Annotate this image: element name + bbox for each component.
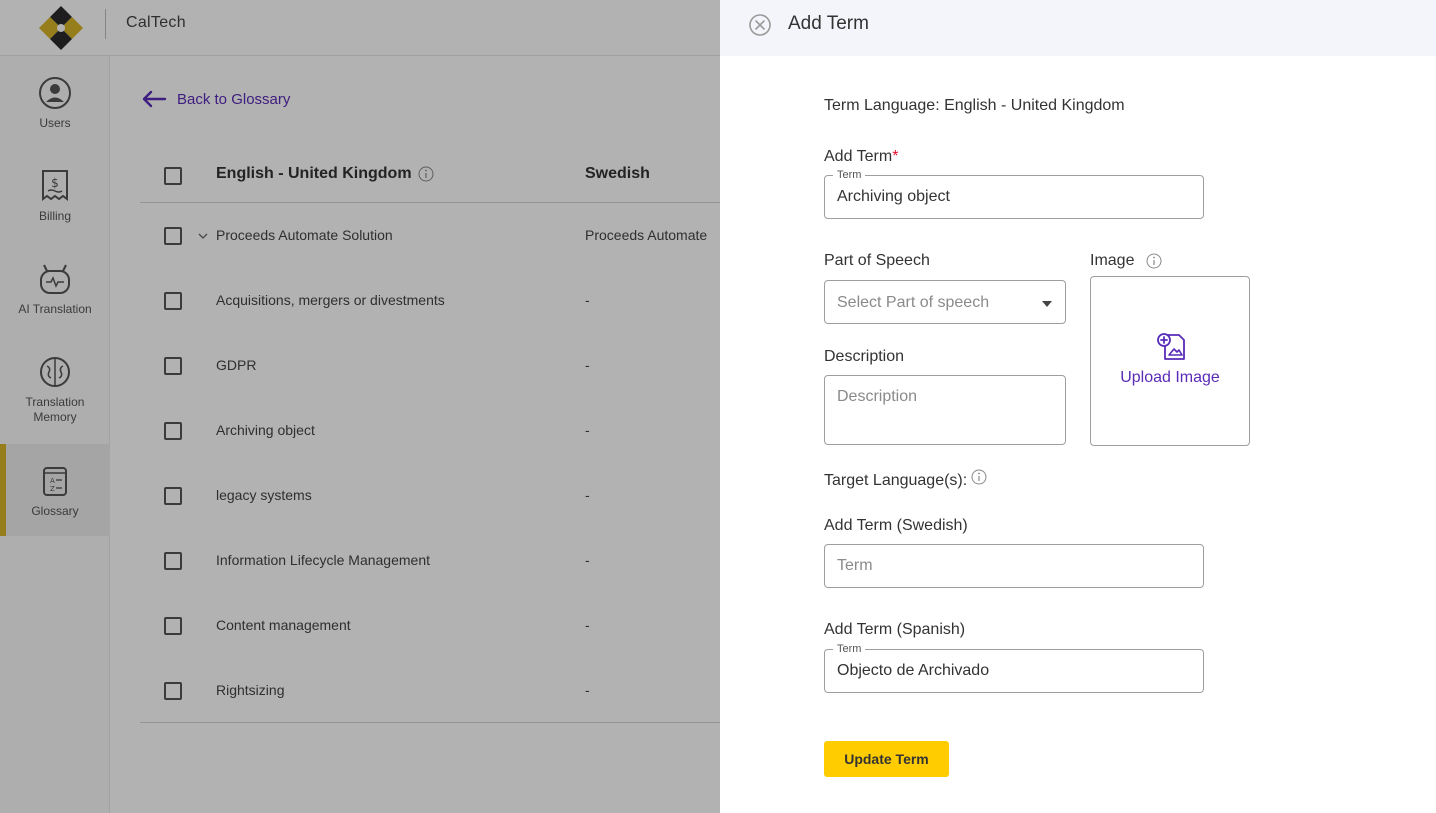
part-of-speech-placeholder: Select Part of speech — [837, 294, 990, 311]
info-icon[interactable] — [1146, 253, 1162, 269]
image-upload-icon — [1157, 333, 1185, 360]
description-field — [824, 375, 1066, 445]
spanish-term-input[interactable] — [837, 662, 1191, 680]
spanish-term-label: Add Term (Spanish) — [824, 621, 966, 638]
description-label: Description — [824, 348, 905, 365]
modal-backdrop[interactable] — [0, 0, 720, 813]
part-of-speech-select[interactable]: Select Part of speech — [824, 280, 1066, 324]
add-term-label-text: Add Term — [824, 148, 893, 165]
term-input[interactable] — [837, 188, 1191, 206]
drawer-header: Add Term — [720, 0, 1436, 56]
part-of-speech-label: Part of Speech — [824, 252, 930, 269]
term-field: Term — [824, 168, 1204, 219]
info-icon[interactable] — [971, 469, 987, 485]
add-term-label: Add Term* — [824, 148, 898, 166]
image-label: Image — [1090, 252, 1162, 270]
swedish-term-input[interactable] — [837, 557, 1191, 575]
swedish-term-label: Add Term (Swedish) — [824, 517, 968, 534]
caret-down-icon — [1042, 301, 1052, 307]
required-mark: * — [892, 148, 899, 165]
target-languages-label: Target Language(s): — [824, 469, 987, 490]
drawer-title: Add Term — [788, 13, 869, 34]
swedish-term-field — [824, 544, 1204, 588]
term-language-label: Term Language: English - United Kingdom — [824, 97, 1125, 114]
term-field-legend: Term — [833, 168, 866, 182]
upload-image-label: Upload Image — [1120, 369, 1220, 386]
image-label-text: Image — [1090, 252, 1135, 269]
close-icon[interactable] — [748, 13, 772, 37]
upload-image-dropzone[interactable]: Upload Image — [1090, 276, 1250, 446]
spanish-term-field: Term — [824, 642, 1204, 693]
spanish-term-legend: Term — [833, 642, 866, 656]
update-term-button[interactable]: Update Term — [824, 741, 949, 777]
target-languages-label-text: Target Language(s): — [824, 472, 968, 489]
description-input[interactable] — [837, 388, 1053, 432]
add-term-drawer: Add Term Term Language: English - United… — [720, 0, 1436, 813]
